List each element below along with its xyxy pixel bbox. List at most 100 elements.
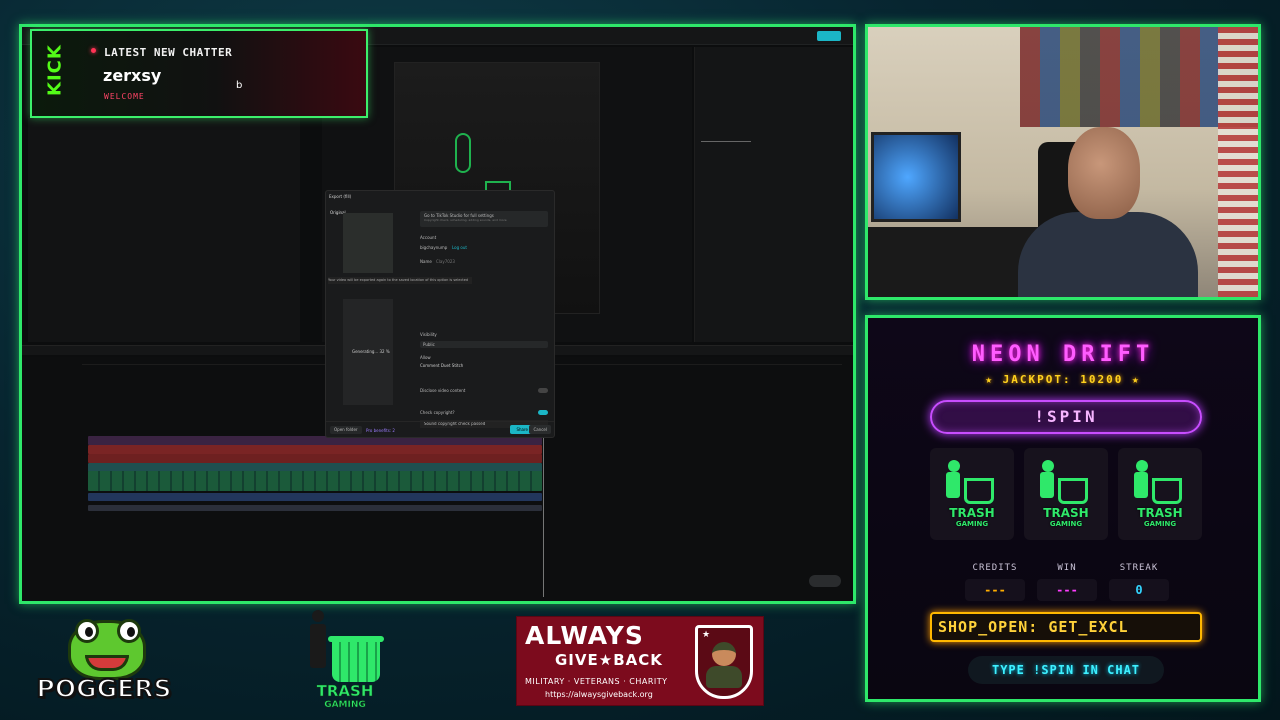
trash-gaming-icon bbox=[1136, 460, 1148, 472]
webcam-curtain bbox=[1218, 27, 1258, 297]
export-dialog-footer: Open folder Pro benefits: 2 Share Cancel bbox=[326, 421, 554, 437]
trash-can-icon bbox=[964, 478, 994, 504]
export-dialog: Export (fill) Original Go to TikTok Stud… bbox=[325, 190, 555, 438]
charity-title: ALWAYS bbox=[525, 621, 644, 650]
account-name: bigchaynump bbox=[420, 245, 448, 250]
frog-icon bbox=[68, 619, 146, 680]
reel-label-line2: GAMING bbox=[1143, 520, 1177, 528]
star-icon: ★ bbox=[702, 630, 711, 640]
timeline-track[interactable] bbox=[88, 454, 542, 463]
properties-pane bbox=[694, 47, 853, 342]
disclose-toggle[interactable] bbox=[538, 388, 548, 393]
credits-value: --- bbox=[965, 579, 1025, 601]
poggers-logo: POGGERS bbox=[36, 614, 172, 714]
copyright-label: Check copyright? bbox=[420, 410, 455, 415]
media-panel bbox=[28, 117, 300, 342]
copyright-toggle[interactable] bbox=[538, 410, 548, 415]
trash-gaming-icon bbox=[1042, 460, 1054, 472]
alert-title: LATEST NEW CHATTER bbox=[104, 46, 233, 59]
webcam-person-body bbox=[1018, 212, 1198, 297]
export-thumbnail bbox=[343, 213, 393, 273]
trash-can-icon bbox=[332, 642, 380, 682]
neon-drift-panel: NEON DRIFT ★ JACKPOT: 10200 ★ !SPIN TRAS… bbox=[865, 315, 1261, 702]
webcam-desk bbox=[868, 227, 1038, 297]
editor-status-badge bbox=[809, 575, 841, 587]
alert-indicator-dot bbox=[91, 48, 96, 53]
name-label: Name bbox=[420, 259, 432, 264]
trash-gaming-icon-body bbox=[1134, 472, 1148, 498]
reel-label-line1: TRASH bbox=[1043, 506, 1089, 520]
reel-label-line2: GAMING bbox=[1049, 520, 1083, 528]
visibility-label: Visibility bbox=[420, 332, 437, 337]
chatter-username: zerxsy bbox=[103, 66, 162, 85]
video-track[interactable] bbox=[88, 471, 542, 491]
reel-3: TRASH GAMING bbox=[1118, 448, 1202, 540]
soldier-head-icon bbox=[712, 642, 736, 666]
audio-track[interactable] bbox=[88, 493, 542, 501]
streak-stat: STREAK 0 bbox=[1104, 563, 1174, 601]
trash-gaming-icon-body bbox=[1040, 472, 1054, 498]
trash-text-line2: GAMING bbox=[324, 700, 366, 711]
credits-stat: CREDITS --- bbox=[960, 563, 1030, 601]
reel-label: TRASH GAMING bbox=[1024, 506, 1108, 530]
win-label: WIN bbox=[1057, 563, 1077, 573]
visibility-select[interactable]: Public bbox=[420, 341, 548, 348]
credits-label: CREDITS bbox=[972, 563, 1018, 573]
timeline-track[interactable] bbox=[88, 445, 542, 454]
win-stat: WIN --- bbox=[1032, 563, 1102, 601]
shop-ticker: SHOP_OPEN: GET_EXCL bbox=[930, 612, 1202, 642]
jackpot-display: ★ JACKPOT: 10200 ★ bbox=[985, 373, 1141, 386]
trash-gaming-logo: TRASH GAMING bbox=[302, 606, 388, 716]
soldier-shield-icon: ★ bbox=[695, 625, 753, 699]
poggers-text: POGGERS bbox=[36, 673, 173, 704]
pro-benefits-link[interactable]: Pro benefits: 2 bbox=[366, 428, 395, 433]
always-give-back-banner: ALWAYS GIVE★BACK MILITARY · VETERANS · C… bbox=[516, 616, 764, 706]
preview-figure bbox=[455, 133, 471, 173]
charity-subtitle: GIVE★BACK bbox=[555, 651, 663, 669]
trash-person-icon bbox=[312, 610, 324, 622]
win-value: --- bbox=[1037, 579, 1097, 601]
reel-1: TRASH GAMING bbox=[930, 448, 1014, 540]
export-progress-text: Generating... 32 % bbox=[352, 349, 390, 354]
tiktok-studio-link[interactable]: Go to TikTok Studio for full settings Co… bbox=[420, 211, 548, 227]
disclose-label: Disclose video content bbox=[420, 388, 466, 393]
charity-url: https://alwaysgiveback.org bbox=[545, 690, 653, 699]
trash-can-icon bbox=[1152, 478, 1182, 504]
frog-eye-icon bbox=[75, 619, 99, 643]
spin-button[interactable]: !SPIN bbox=[930, 400, 1202, 434]
trash-can-icon bbox=[1058, 478, 1088, 504]
reel-label-line1: TRASH bbox=[949, 506, 995, 520]
allow-options[interactable]: Comment Duet Stitch bbox=[420, 363, 463, 368]
export-notice: Your video will be exported again to the… bbox=[328, 277, 472, 284]
editor-export-button[interactable] bbox=[817, 31, 841, 41]
soldier-body-icon bbox=[706, 666, 742, 688]
open-folder-button[interactable]: Open folder bbox=[330, 426, 362, 434]
properties-slider[interactable] bbox=[701, 141, 751, 142]
allow-label: Allow bbox=[420, 355, 431, 360]
reel-2: TRASH GAMING bbox=[1024, 448, 1108, 540]
export-dialog-title: Export (fill) bbox=[329, 194, 352, 199]
name-field[interactable]: Clay7023 bbox=[436, 259, 455, 264]
charity-tagline: MILITARY · VETERANS · CHARITY bbox=[525, 677, 668, 686]
game-title: NEON DRIFT bbox=[971, 342, 1155, 367]
trash-gaming-icon-body bbox=[946, 472, 960, 498]
chat-command-hint: TYPE !SPIN IN CHAT bbox=[968, 656, 1164, 684]
streak-value: 0 bbox=[1109, 579, 1169, 601]
trash-gaming-text: TRASH GAMING bbox=[302, 683, 388, 712]
logout-link[interactable]: Log out bbox=[452, 245, 467, 250]
account-label: Account bbox=[420, 235, 437, 240]
cancel-button[interactable]: Cancel bbox=[529, 425, 551, 434]
webcam-person-head bbox=[1068, 127, 1140, 219]
new-chatter-alert bbox=[30, 29, 368, 118]
frog-mouth-icon bbox=[85, 655, 129, 671]
frog-eye-icon bbox=[117, 619, 141, 643]
reel-label-line2: GAMING bbox=[955, 520, 989, 528]
alert-welcome: WELCOME bbox=[104, 92, 145, 101]
streak-label: STREAK bbox=[1119, 563, 1159, 573]
reel-label: TRASH GAMING bbox=[930, 506, 1014, 530]
audio-track[interactable] bbox=[88, 505, 542, 511]
webcam-monitor bbox=[871, 132, 961, 222]
webcam-feed bbox=[865, 24, 1261, 300]
reel-label-line1: TRASH bbox=[1137, 506, 1183, 520]
kick-logo: KICK bbox=[44, 44, 66, 96]
